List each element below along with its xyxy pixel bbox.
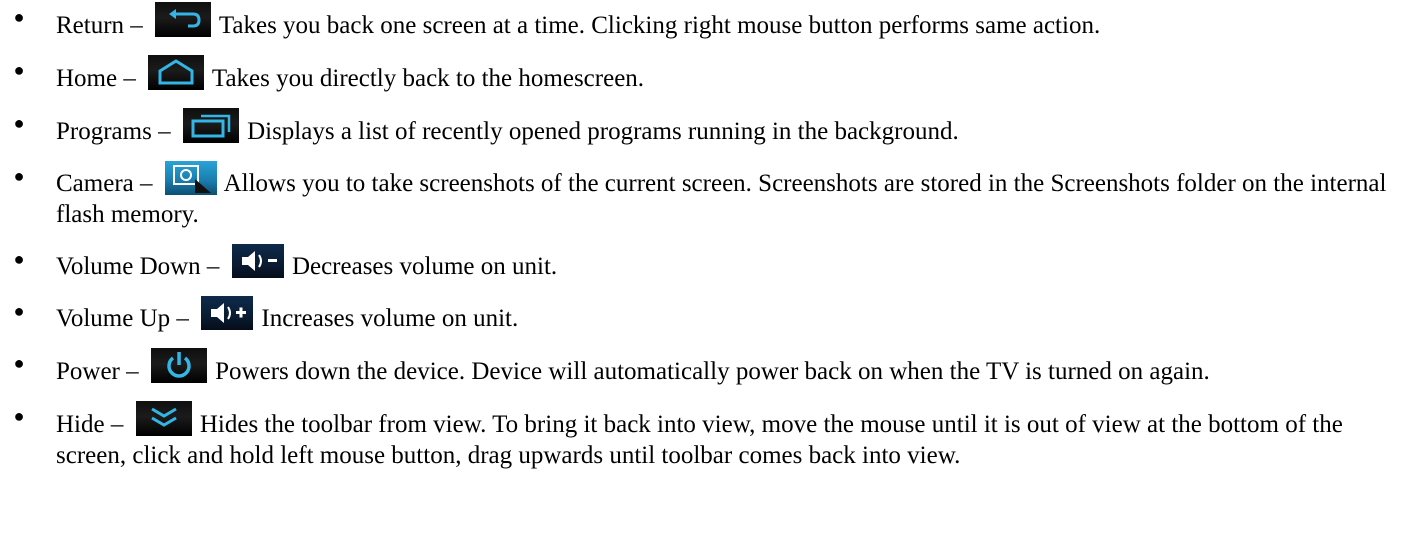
bullet: ● [13,166,25,186]
return-arrow-icon [155,2,212,37]
hide-chevron-icon [135,401,192,436]
volume-up-icon [201,296,254,330]
item-description: Increases volume on unit. [261,305,519,332]
bullet: ● [13,7,25,27]
bullet: ● [13,406,25,426]
item-description: Decreases volume on unit. [291,253,558,280]
list-item-programs: ● Programs – Displays a list of recently… [0,108,1408,147]
bullet: ● [13,113,25,133]
item-label: Hide – [56,411,124,438]
list-item-camera: ● Camera – Allows you to take screenshot… [0,161,1408,230]
item-description: Hides the toolbar from view. To bring it… [56,411,1343,469]
list-item-return: ● Return – Takes you back one screen at … [0,2,1408,41]
item-description: Powers down the device. Device will auto… [215,358,1210,385]
screenshot-camera-icon [164,161,217,195]
item-label: Return – [56,12,143,39]
bullet: ● [13,301,25,321]
item-label: Volume Up – [56,305,189,332]
bullet: ● [13,249,25,269]
bullet: ● [13,353,25,373]
home-icon [148,55,205,90]
list-item-home: ● Home – Takes you directly back to the … [0,55,1408,94]
list-item-hide: ● Hide – Hides the toolbar from view. To… [0,401,1408,471]
power-icon [150,348,207,383]
toolbar-button-list: ● Return – Takes you back one screen at … [0,2,1408,471]
item-description: Takes you directly back to the homescree… [211,65,645,92]
item-label: Camera – [56,170,153,197]
bullet: ● [13,60,25,80]
item-label: Volume Down – [56,253,220,280]
volume-down-icon [231,244,284,278]
list-item-power: ● Power – Powers down the device. Device… [0,348,1408,387]
list-item-volume-up: ● Volume Up – Increases volume on unit. [0,296,1408,334]
list-item-volume-down: ● Volume Down – Decreases volume on unit… [0,244,1408,282]
item-description: Displays a list of recently opened progr… [247,118,959,145]
recent-apps-icon [182,108,239,143]
item-description: Allows you to take screenshots of the cu… [56,170,1387,228]
item-description: Takes you back one screen at a time. Cli… [218,12,1101,39]
item-label: Programs – [56,118,171,145]
item-label: Home – [56,65,136,92]
item-label: Power – [56,358,139,385]
